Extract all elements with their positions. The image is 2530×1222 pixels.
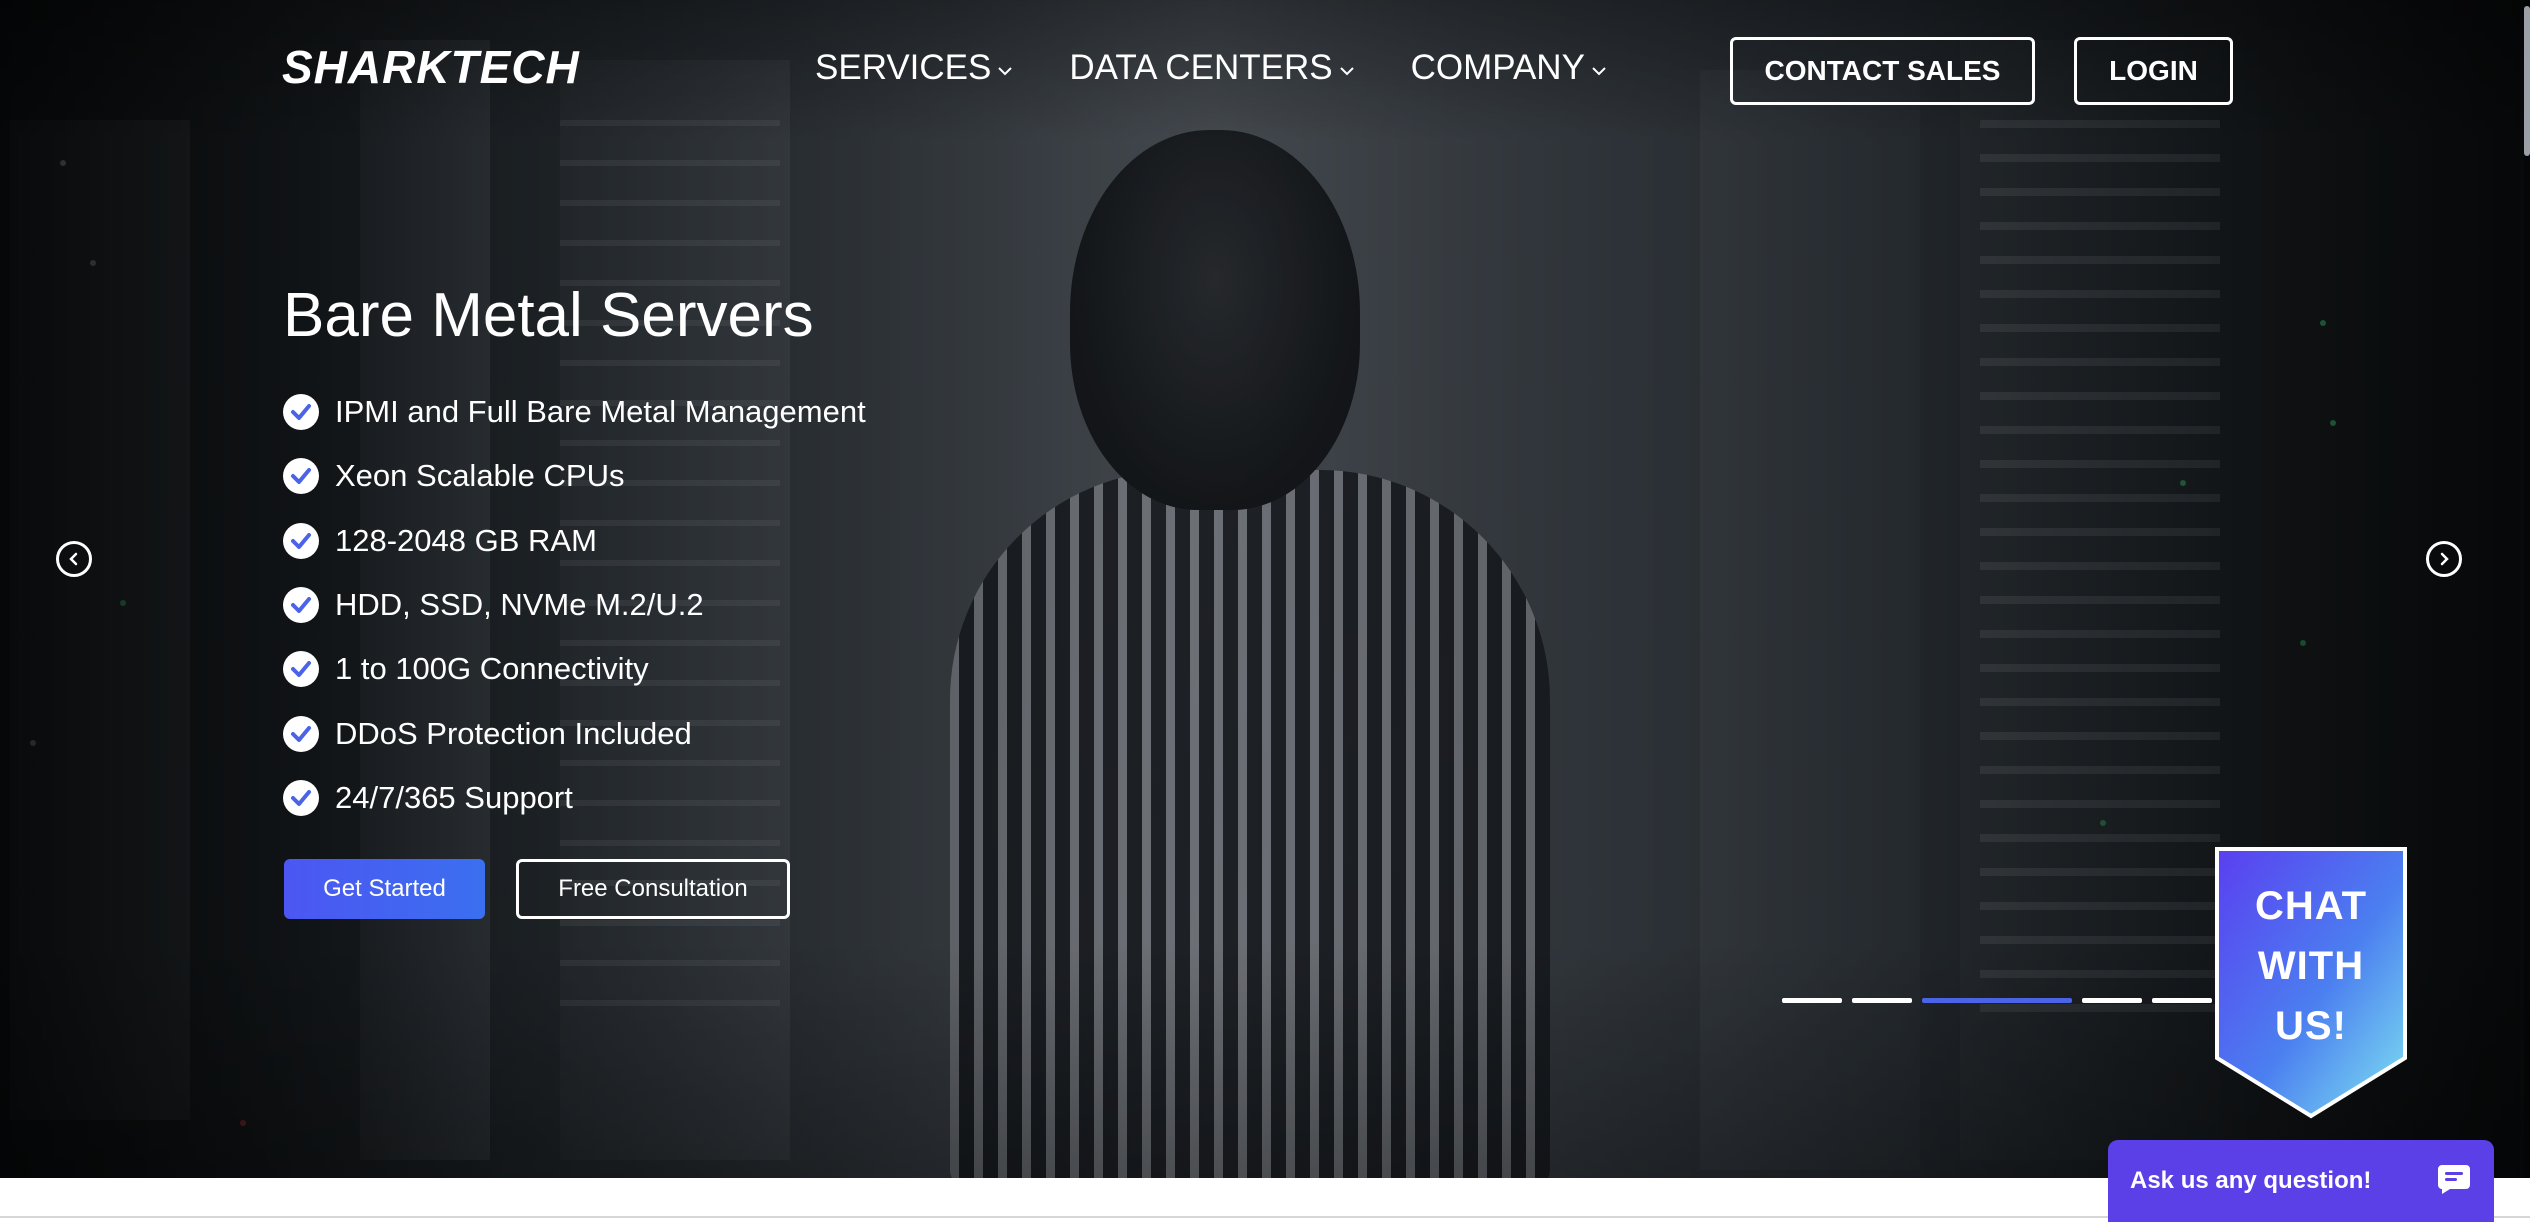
- chevron-down-icon: [1591, 59, 1607, 82]
- hero-section: SHARKTECH SERVICES DATA CENTERS COMPANY …: [0, 0, 2530, 1178]
- nav-services-label: SERVICES: [815, 48, 992, 87]
- contact-sales-button[interactable]: CONTACT SALES: [1730, 37, 2035, 105]
- ask-question-text: Ask us any question!: [2130, 1167, 2372, 1194]
- feature-item: IPMI and Full Bare Metal Management: [283, 380, 866, 444]
- get-started-button[interactable]: Get Started: [284, 859, 485, 919]
- feature-text: 128-2048 GB RAM: [335, 522, 597, 558]
- check-circle-icon: [283, 522, 319, 559]
- free-consultation-button[interactable]: Free Consultation: [516, 859, 790, 919]
- feature-text: HDD, SSD, NVMe M.2/U.2: [335, 587, 704, 623]
- sharktech-logo[interactable]: SHARKTECH: [282, 40, 580, 94]
- feature-item: 1 to 100G Connectivity: [283, 637, 866, 701]
- arrow-right-circle-icon[interactable]: [2426, 541, 2462, 577]
- feature-item: HDD, SSD, NVMe M.2/U.2: [283, 573, 866, 637]
- slide-indicator-5[interactable]: [2152, 998, 2212, 1003]
- chat-badge-line: US!: [2275, 1004, 2347, 1048]
- check-circle-icon: [283, 651, 319, 688]
- slide-indicator-1[interactable]: [1782, 998, 1842, 1003]
- slide-indicator-2[interactable]: [1852, 998, 1912, 1003]
- feature-item: 24/7/365 Support: [283, 766, 866, 830]
- hero-title: Bare Metal Servers: [283, 281, 814, 350]
- login-button[interactable]: LOGIN: [2074, 37, 2233, 105]
- check-circle-icon: [283, 715, 319, 752]
- nav-company-label: COMPANY: [1410, 48, 1585, 87]
- feature-item: Xeon Scalable CPUs: [283, 444, 866, 508]
- chat-badge-line: CHAT: [2254, 884, 2368, 928]
- nav-services[interactable]: SERVICES: [815, 48, 1013, 88]
- chevron-down-icon: [997, 59, 1013, 82]
- check-circle-icon: [283, 394, 319, 431]
- slide-indicator-3-active[interactable]: [1922, 998, 2072, 1003]
- feature-text: 24/7/365 Support: [335, 779, 573, 815]
- check-circle-icon: [283, 779, 319, 816]
- feature-list: IPMI and Full Bare Metal Management Xeon…: [283, 380, 866, 830]
- chat-badge-text: CHAT WITH US!: [2214, 876, 2408, 1056]
- feature-text: DDoS Protection Included: [335, 715, 692, 751]
- scrollbar-thumb[interactable]: [2524, 6, 2530, 156]
- feature-item: 128-2048 GB RAM: [283, 509, 866, 573]
- ask-question-chat-bar[interactable]: Ask us any question!: [2108, 1140, 2494, 1222]
- chat-with-us-badge[interactable]: CHAT WITH US!: [2214, 846, 2408, 1120]
- feature-text: Xeon Scalable CPUs: [335, 458, 625, 494]
- slide-indicators: [1782, 998, 2212, 1003]
- slide-indicator-4[interactable]: [2082, 998, 2142, 1003]
- chat-bubble-icon: [2436, 1162, 2472, 1201]
- feature-text: 1 to 100G Connectivity: [335, 651, 649, 687]
- arrow-left-circle-icon[interactable]: [56, 541, 92, 577]
- check-circle-icon: [283, 458, 319, 495]
- feature-text: IPMI and Full Bare Metal Management: [335, 394, 866, 430]
- nav-data-centers[interactable]: DATA CENTERS: [1069, 48, 1354, 88]
- nav-company[interactable]: COMPANY: [1411, 48, 1607, 88]
- scrollbar-track[interactable]: [2524, 0, 2530, 1178]
- check-circle-icon: [283, 587, 319, 624]
- nav-data-centers-label: DATA CENTERS: [1069, 48, 1333, 87]
- chat-badge-line: WITH: [2257, 944, 2365, 988]
- feature-item: DDoS Protection Included: [283, 701, 866, 765]
- chevron-down-icon: [1339, 59, 1355, 82]
- main-navigation: SERVICES DATA CENTERS COMPANY: [815, 48, 1663, 88]
